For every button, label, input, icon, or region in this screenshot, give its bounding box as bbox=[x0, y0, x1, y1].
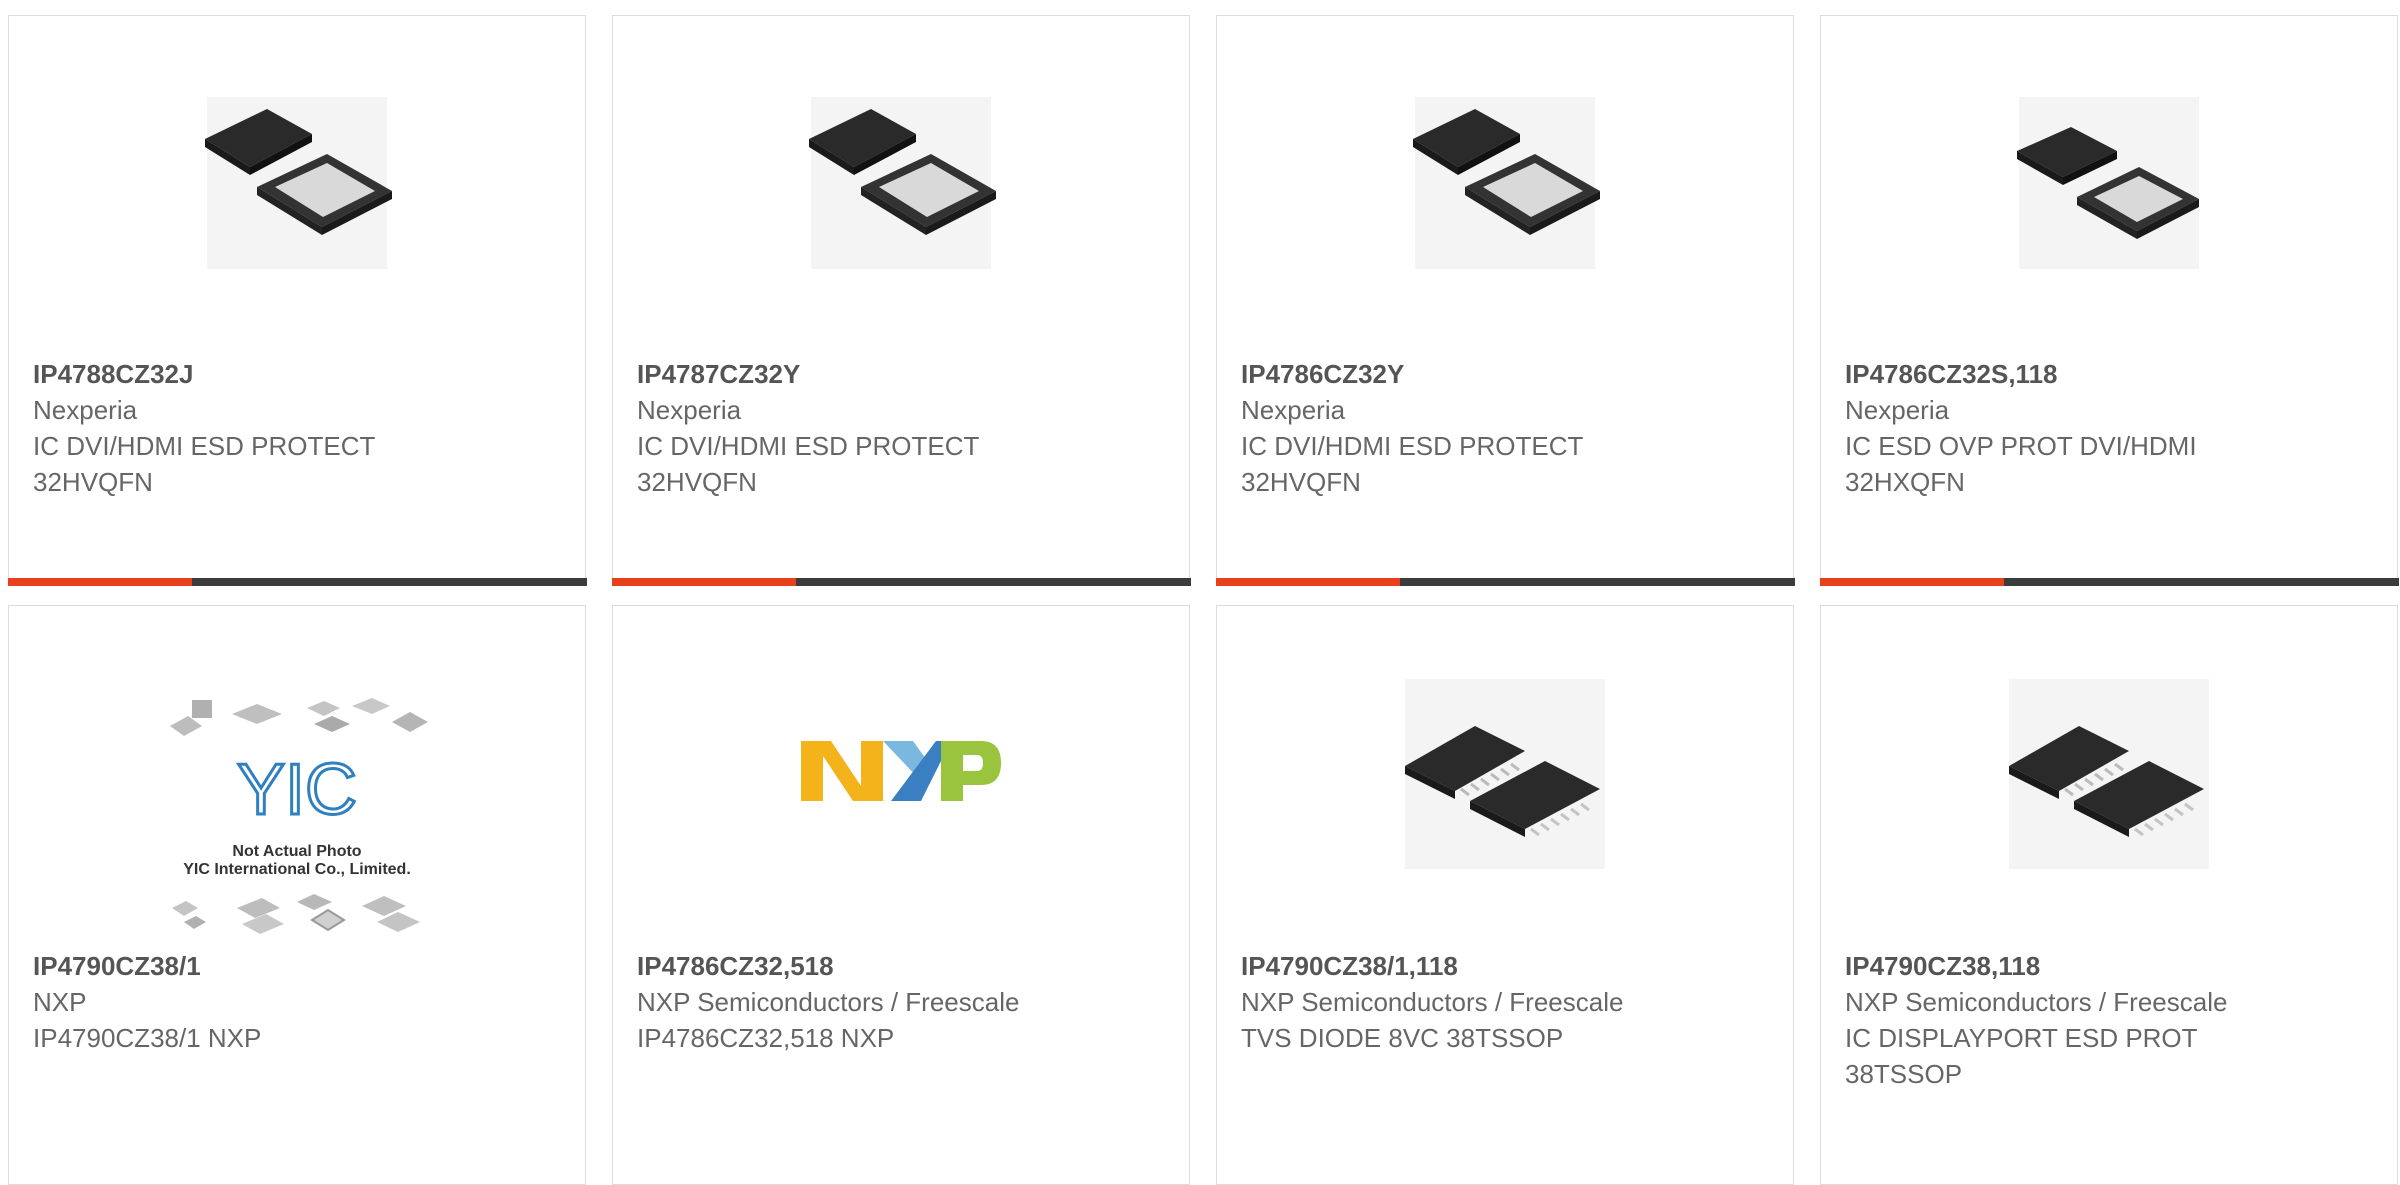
card-bottom-bar bbox=[611, 577, 1191, 586]
manufacturer: NXP Semiconductors / Freescale bbox=[1845, 987, 2228, 1017]
description: IC ESD OVP PROT DVI/HDMI 32HXQFN bbox=[1845, 431, 2197, 497]
product-card[interactable]: IP4786CZ32S,118 Nexperia IC ESD OVP PROT… bbox=[1819, 15, 2399, 586]
part-number[interactable]: IP4787CZ32Y bbox=[637, 356, 1165, 392]
part-number[interactable]: IP4790CZ38/1 bbox=[33, 948, 561, 984]
nxp-logo-text: NXP bbox=[900, 860, 902, 862]
qfn-chip-icon[interactable] bbox=[1821, 74, 2397, 284]
description: IC DISPLAYPORT ESD PROT 38TSSOP bbox=[1845, 1023, 2198, 1089]
manufacturer: NXP Semiconductors / Freescale bbox=[637, 987, 1020, 1017]
description: IC DVI/HDMI ESD PROTECT 32HVQFN bbox=[637, 431, 979, 497]
manufacturer: NXP Semiconductors / Freescale bbox=[1241, 987, 1624, 1017]
yic-logo: YIC bbox=[237, 750, 357, 830]
placeholder-caption-2: YIC International Co., Limited. bbox=[183, 861, 411, 878]
product-card[interactable]: IP4786CZ32Y Nexperia IC DVI/HDMI ESD PRO… bbox=[1215, 15, 1795, 586]
product-card[interactable]: IP4787CZ32Y Nexperia IC DVI/HDMI ESD PRO… bbox=[611, 15, 1191, 586]
product-card[interactable]: YIC Not Actual Photo YIC International C… bbox=[8, 605, 586, 1185]
manufacturer: Nexperia bbox=[637, 395, 742, 425]
description: IC DVI/HDMI ESD PROTECT 32HVQFN bbox=[1241, 431, 1583, 497]
qfn-chip-icon[interactable] bbox=[613, 74, 1189, 284]
product-card[interactable]: NXP IP4786CZ32,518 NXP Semiconductors / … bbox=[612, 605, 1190, 1185]
manufacturer: Nexperia bbox=[1241, 395, 1346, 425]
part-number[interactable]: IP4786CZ32S,118 bbox=[1845, 356, 2373, 392]
qfn-chip-icon[interactable] bbox=[9, 74, 585, 284]
description: TVS DIODE 8VC 38TSSOP bbox=[1241, 1023, 1564, 1053]
placeholder-photo-icon[interactable]: YIC Not Actual Photo YIC International C… bbox=[9, 696, 585, 936]
tssop-chip-icon[interactable] bbox=[1217, 666, 1793, 876]
part-number[interactable]: IP4790CZ38/1,118 bbox=[1241, 948, 1769, 984]
nxp-logo[interactable]: NXP bbox=[613, 666, 1189, 876]
part-number[interactable]: IP4790CZ38,118 bbox=[1845, 948, 2373, 984]
qfn-chip-icon[interactable] bbox=[1217, 74, 1793, 284]
part-number[interactable]: IP4786CZ32Y bbox=[1241, 356, 1769, 392]
product-card[interactable]: IP4790CZ38,118 NXP Semiconductors / Free… bbox=[1820, 605, 2398, 1185]
description: IP4786CZ32,518 NXP bbox=[637, 1023, 895, 1053]
card-accent-bar bbox=[1819, 577, 2004, 586]
manufacturer: Nexperia bbox=[1845, 395, 1950, 425]
product-card[interactable]: IP4788CZ32J Nexperia IC DVI/HDMI ESD PRO… bbox=[7, 15, 587, 586]
placeholder-caption-1: Not Actual Photo bbox=[232, 843, 361, 860]
card-bottom-bar bbox=[1819, 577, 2399, 586]
tssop-chip-icon[interactable] bbox=[1821, 666, 2397, 876]
manufacturer: Nexperia bbox=[33, 395, 138, 425]
card-accent-bar bbox=[1215, 577, 1400, 586]
description: IP4790CZ38/1 NXP bbox=[33, 1023, 262, 1053]
product-card[interactable]: IP4790CZ38/1,118 NXP Semiconductors / Fr… bbox=[1216, 605, 1794, 1185]
description: IC DVI/HDMI ESD PROTECT 32HVQFN bbox=[33, 431, 375, 497]
card-bottom-bar bbox=[1215, 577, 1795, 586]
card-bottom-bar bbox=[7, 577, 587, 586]
part-number[interactable]: IP4786CZ32,518 bbox=[637, 948, 1165, 984]
part-number[interactable]: IP4788CZ32J bbox=[33, 356, 561, 392]
card-accent-bar bbox=[7, 577, 192, 586]
product-grid: IP4788CZ32J Nexperia IC DVI/HDMI ESD PRO… bbox=[0, 0, 2400, 1185]
manufacturer: NXP bbox=[33, 987, 87, 1017]
card-accent-bar bbox=[611, 577, 796, 586]
